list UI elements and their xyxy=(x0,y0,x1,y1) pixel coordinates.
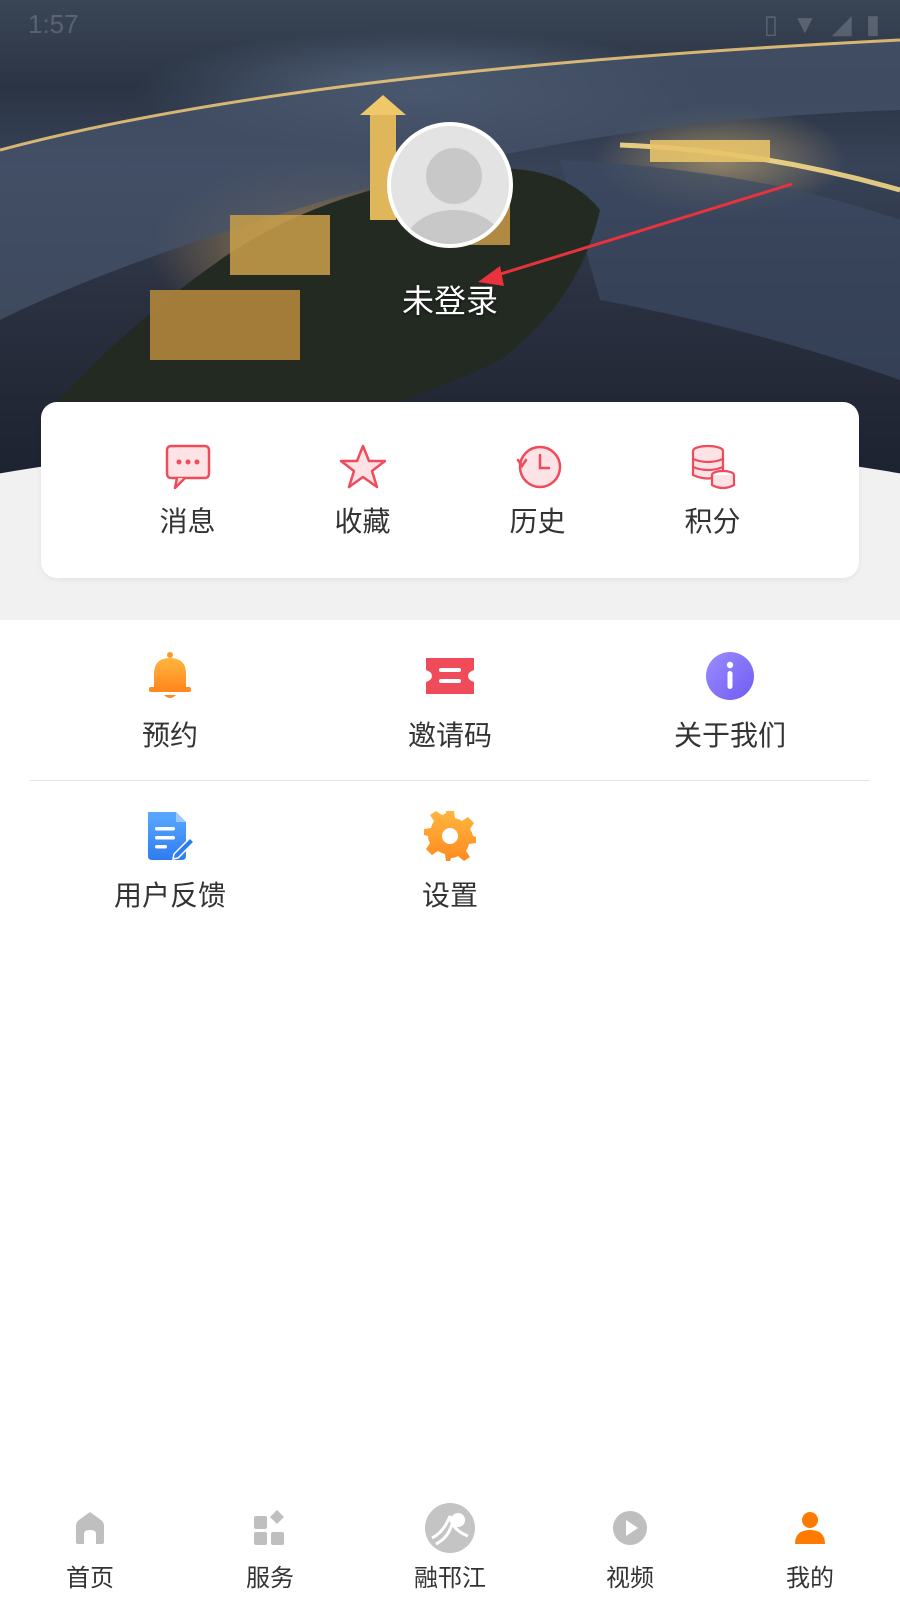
menu-row: 预约 邀请码 关于我们 xyxy=(30,650,870,781)
menu-item-settings[interactable]: 设置 xyxy=(310,810,590,920)
star-icon xyxy=(339,444,386,489)
nav-tab-label: 服务 xyxy=(246,1565,294,1592)
nav-tab-label: 首页 xyxy=(66,1565,114,1592)
nav-tab-label: 视频 xyxy=(606,1565,654,1592)
message-icon xyxy=(165,444,210,490)
gear-icon xyxy=(424,811,476,861)
ticket-icon xyxy=(426,658,474,694)
menu-item-label: 预约 xyxy=(141,720,198,751)
quick-actions-card: 消息 收藏 历史 积分 xyxy=(41,402,859,578)
quick-action-messages[interactable]: 消息 xyxy=(100,402,275,578)
signal-icon: ◢ xyxy=(831,8,852,39)
menu-item-about-us[interactable]: 关于我们 xyxy=(590,650,870,780)
bell-icon xyxy=(149,652,191,698)
status-time: 1:57 xyxy=(28,8,79,39)
home-icon xyxy=(76,1512,104,1544)
battery-icon: ▮ xyxy=(865,8,880,39)
menu-row: 用户反馈 设置 xyxy=(30,810,870,920)
quick-action-label: 收藏 xyxy=(334,506,391,537)
vibrate-icon: ▯ xyxy=(763,8,778,39)
login-status-label[interactable]: 未登录 xyxy=(0,276,900,322)
menu-item-reservation[interactable]: 预约 xyxy=(30,650,310,780)
bottom-nav: 首页 服务 融邗江 视频 我的 xyxy=(0,1500,900,1600)
nav-tab-mine[interactable]: 我的 xyxy=(720,1500,900,1600)
menu-item-label: 关于我们 xyxy=(673,720,786,751)
play-icon xyxy=(613,1511,647,1545)
avatar[interactable] xyxy=(387,122,513,248)
nav-tab-video[interactable]: 视频 xyxy=(540,1500,720,1600)
quick-action-label: 历史 xyxy=(509,506,566,537)
feedback-icon xyxy=(148,812,196,860)
nav-tab-home[interactable]: 首页 xyxy=(0,1500,180,1600)
wifi-icon: ▼ xyxy=(791,8,818,39)
services-icon xyxy=(254,1510,284,1545)
quick-action-history[interactable]: 历史 xyxy=(450,402,625,578)
nav-tab-brand[interactable]: 融邗江 xyxy=(360,1500,540,1600)
quick-action-label: 消息 xyxy=(159,506,216,537)
history-icon xyxy=(516,445,561,489)
menu-item-label: 用户反馈 xyxy=(113,880,226,911)
brand-logo-icon xyxy=(425,1503,475,1553)
quick-action-points[interactable]: 积分 xyxy=(625,402,800,578)
nav-tab-label: 融邗江 xyxy=(414,1565,486,1592)
status-bar: 1:57 ▯ ▼ ◢ ▮ xyxy=(28,6,880,42)
quick-action-favorites[interactable]: 收藏 xyxy=(275,402,450,578)
nav-tab-services[interactable]: 服务 xyxy=(180,1500,360,1600)
menu-item-label: 邀请码 xyxy=(407,720,492,751)
coins-icon xyxy=(691,444,735,490)
info-icon xyxy=(706,652,754,700)
nav-tab-label: 我的 xyxy=(786,1565,834,1592)
menu-item-feedback[interactable]: 用户反馈 xyxy=(30,810,310,920)
menu-item-label: 设置 xyxy=(421,880,478,911)
user-icon xyxy=(795,1512,825,1544)
menu-item-invite-code[interactable]: 邀请码 xyxy=(310,650,590,780)
quick-action-label: 积分 xyxy=(684,506,741,537)
